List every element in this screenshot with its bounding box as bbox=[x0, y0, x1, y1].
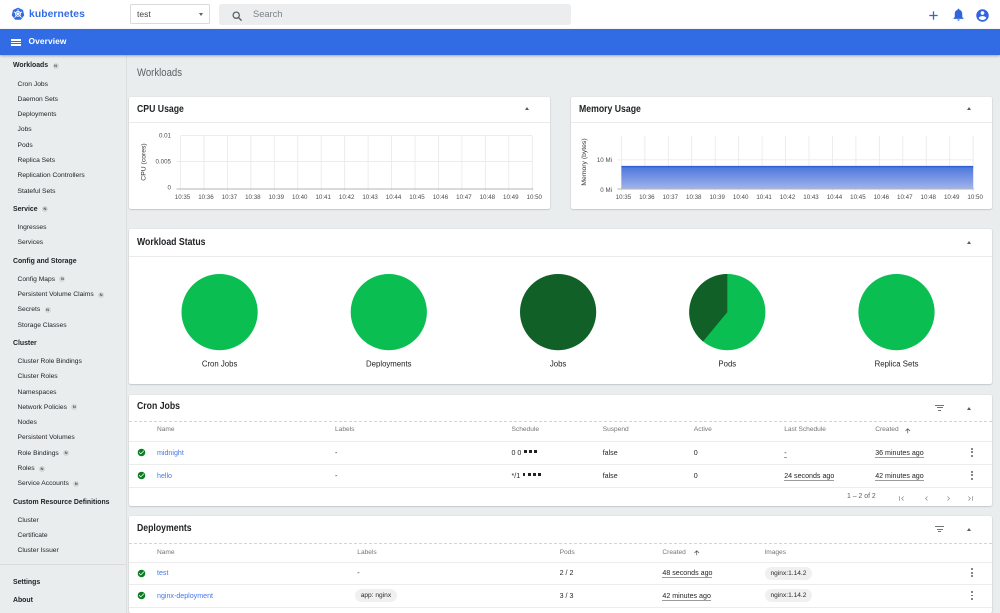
svg-text:Deployments: Deployments bbox=[366, 359, 412, 368]
svg-text:10 Mi: 10 Mi bbox=[597, 157, 612, 164]
svg-text:Memory (bytes): Memory (bytes) bbox=[581, 138, 588, 185]
svg-text:0.01: 0.01 bbox=[159, 133, 172, 140]
svg-text:10:46: 10:46 bbox=[433, 194, 449, 201]
svg-text:0: 0 bbox=[168, 185, 172, 192]
svg-text:10:38: 10:38 bbox=[245, 194, 261, 201]
svg-text:10:43: 10:43 bbox=[362, 194, 378, 201]
svg-text:10:48: 10:48 bbox=[921, 194, 937, 201]
svg-text:10:36: 10:36 bbox=[198, 194, 214, 201]
svg-text:10:38: 10:38 bbox=[686, 194, 702, 201]
svg-text:Cron Jobs: Cron Jobs bbox=[202, 359, 238, 368]
svg-text:10:45: 10:45 bbox=[850, 194, 866, 201]
svg-text:CPU (cores): CPU (cores) bbox=[141, 143, 148, 180]
svg-text:Replica Sets: Replica Sets bbox=[875, 359, 919, 368]
svg-text:10:37: 10:37 bbox=[222, 194, 238, 201]
svg-text:0 Mi: 0 Mi bbox=[600, 187, 612, 194]
svg-text:10:49: 10:49 bbox=[503, 194, 519, 201]
svg-text:10:50: 10:50 bbox=[527, 194, 543, 201]
svg-text:10:48: 10:48 bbox=[480, 194, 496, 201]
svg-text:10:37: 10:37 bbox=[663, 194, 679, 201]
svg-text:Jobs: Jobs bbox=[550, 359, 567, 368]
svg-text:10:44: 10:44 bbox=[386, 194, 402, 201]
svg-text:10:39: 10:39 bbox=[269, 194, 285, 201]
svg-text:10:49: 10:49 bbox=[944, 194, 960, 201]
svg-text:10:46: 10:46 bbox=[874, 194, 890, 201]
svg-text:10:36: 10:36 bbox=[639, 194, 655, 201]
svg-text:10:44: 10:44 bbox=[827, 194, 843, 201]
svg-text:10:39: 10:39 bbox=[709, 194, 725, 201]
svg-text:10:40: 10:40 bbox=[292, 194, 308, 201]
svg-text:10:41: 10:41 bbox=[315, 194, 331, 201]
svg-text:10:42: 10:42 bbox=[780, 194, 796, 201]
svg-text:10:41: 10:41 bbox=[756, 194, 772, 201]
svg-text:10:47: 10:47 bbox=[456, 194, 472, 201]
svg-text:10:35: 10:35 bbox=[616, 194, 632, 201]
svg-text:10:47: 10:47 bbox=[897, 194, 913, 201]
svg-text:10:40: 10:40 bbox=[733, 194, 749, 201]
svg-text:10:35: 10:35 bbox=[175, 194, 191, 201]
svg-text:10:45: 10:45 bbox=[409, 194, 425, 201]
svg-text:Pods: Pods bbox=[718, 359, 736, 368]
svg-text:0.005: 0.005 bbox=[156, 159, 172, 166]
svg-text:10:50: 10:50 bbox=[967, 194, 983, 201]
svg-text:10:42: 10:42 bbox=[339, 194, 355, 201]
svg-text:10:43: 10:43 bbox=[803, 194, 819, 201]
